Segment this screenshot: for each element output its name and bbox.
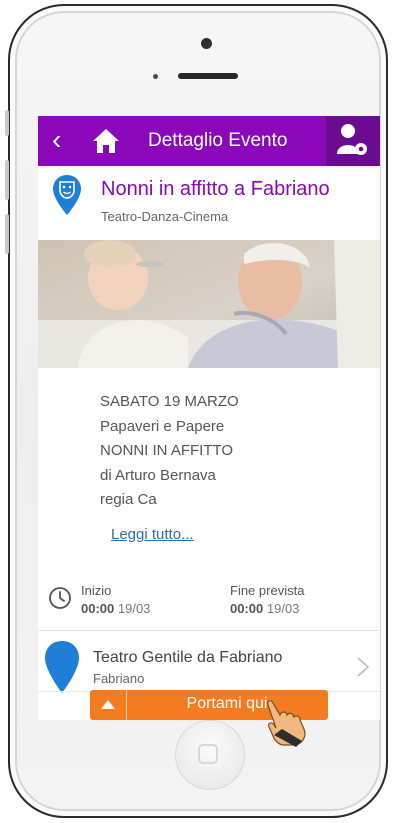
app-screen: ‹ Dettaglio Evento Nonni in affitto a Fa… — [38, 116, 380, 720]
user-settings-icon — [337, 124, 367, 155]
chevron-right-icon — [357, 657, 370, 677]
read-more-link[interactable]: Leggi tutto... — [111, 526, 194, 543]
pointing-hand-icon — [266, 700, 306, 747]
venue-name: Teatro Gentile da Fabriano — [93, 649, 283, 666]
theater-mask-pin-icon — [53, 175, 81, 215]
description-line: SABATO 19 MARZO — [100, 393, 239, 410]
expand-up-button[interactable] — [90, 690, 127, 720]
home-button-icon — [198, 744, 218, 764]
mute-switch — [5, 110, 9, 136]
description-line: di Arturo Bernava — [100, 466, 216, 484]
chevron-left-icon[interactable]: ‹ — [52, 125, 61, 155]
event-category: Teatro-Danza-Cinema — [101, 209, 229, 224]
start-date: 19/03 — [117, 601, 151, 616]
event-photo — [38, 240, 380, 368]
description-line: regia Ca — [100, 491, 157, 508]
description-line: NONNI IN AFFITTO — [100, 442, 234, 459]
start-label: Inizio — [81, 583, 112, 598]
home-icon[interactable] — [92, 128, 120, 154]
volume-down-button — [5, 214, 9, 254]
start-time: 00:00 — [81, 601, 115, 616]
volume-up-button — [5, 160, 9, 200]
event-description: SABATO 19 MARZO Papaveri e Papere NONNI … — [100, 390, 239, 513]
page-title: Dettaglio Evento — [148, 130, 288, 151]
location-pin-icon — [45, 641, 79, 693]
event-title: Nonni in affitto a Fabriano — [101, 178, 330, 200]
triangle-up-icon — [101, 700, 115, 709]
clock-icon — [49, 587, 71, 609]
end-datetime: 00:00 19/03 — [230, 601, 299, 616]
earpiece-speaker — [178, 73, 238, 79]
description-line: Papaveri e Papere — [100, 417, 225, 435]
venue-city: Fabriano — [93, 671, 145, 686]
front-camera — [201, 38, 212, 49]
end-label: Fine prevista — [230, 583, 305, 598]
start-datetime: 00:00 19/03 — [81, 601, 150, 616]
user-settings-button[interactable] — [326, 116, 380, 166]
end-date: 19/03 — [266, 601, 300, 616]
navigation-bar: ‹ Dettaglio Evento — [38, 116, 380, 166]
end-time: 00:00 — [230, 601, 264, 616]
sensor-dot — [153, 74, 158, 79]
